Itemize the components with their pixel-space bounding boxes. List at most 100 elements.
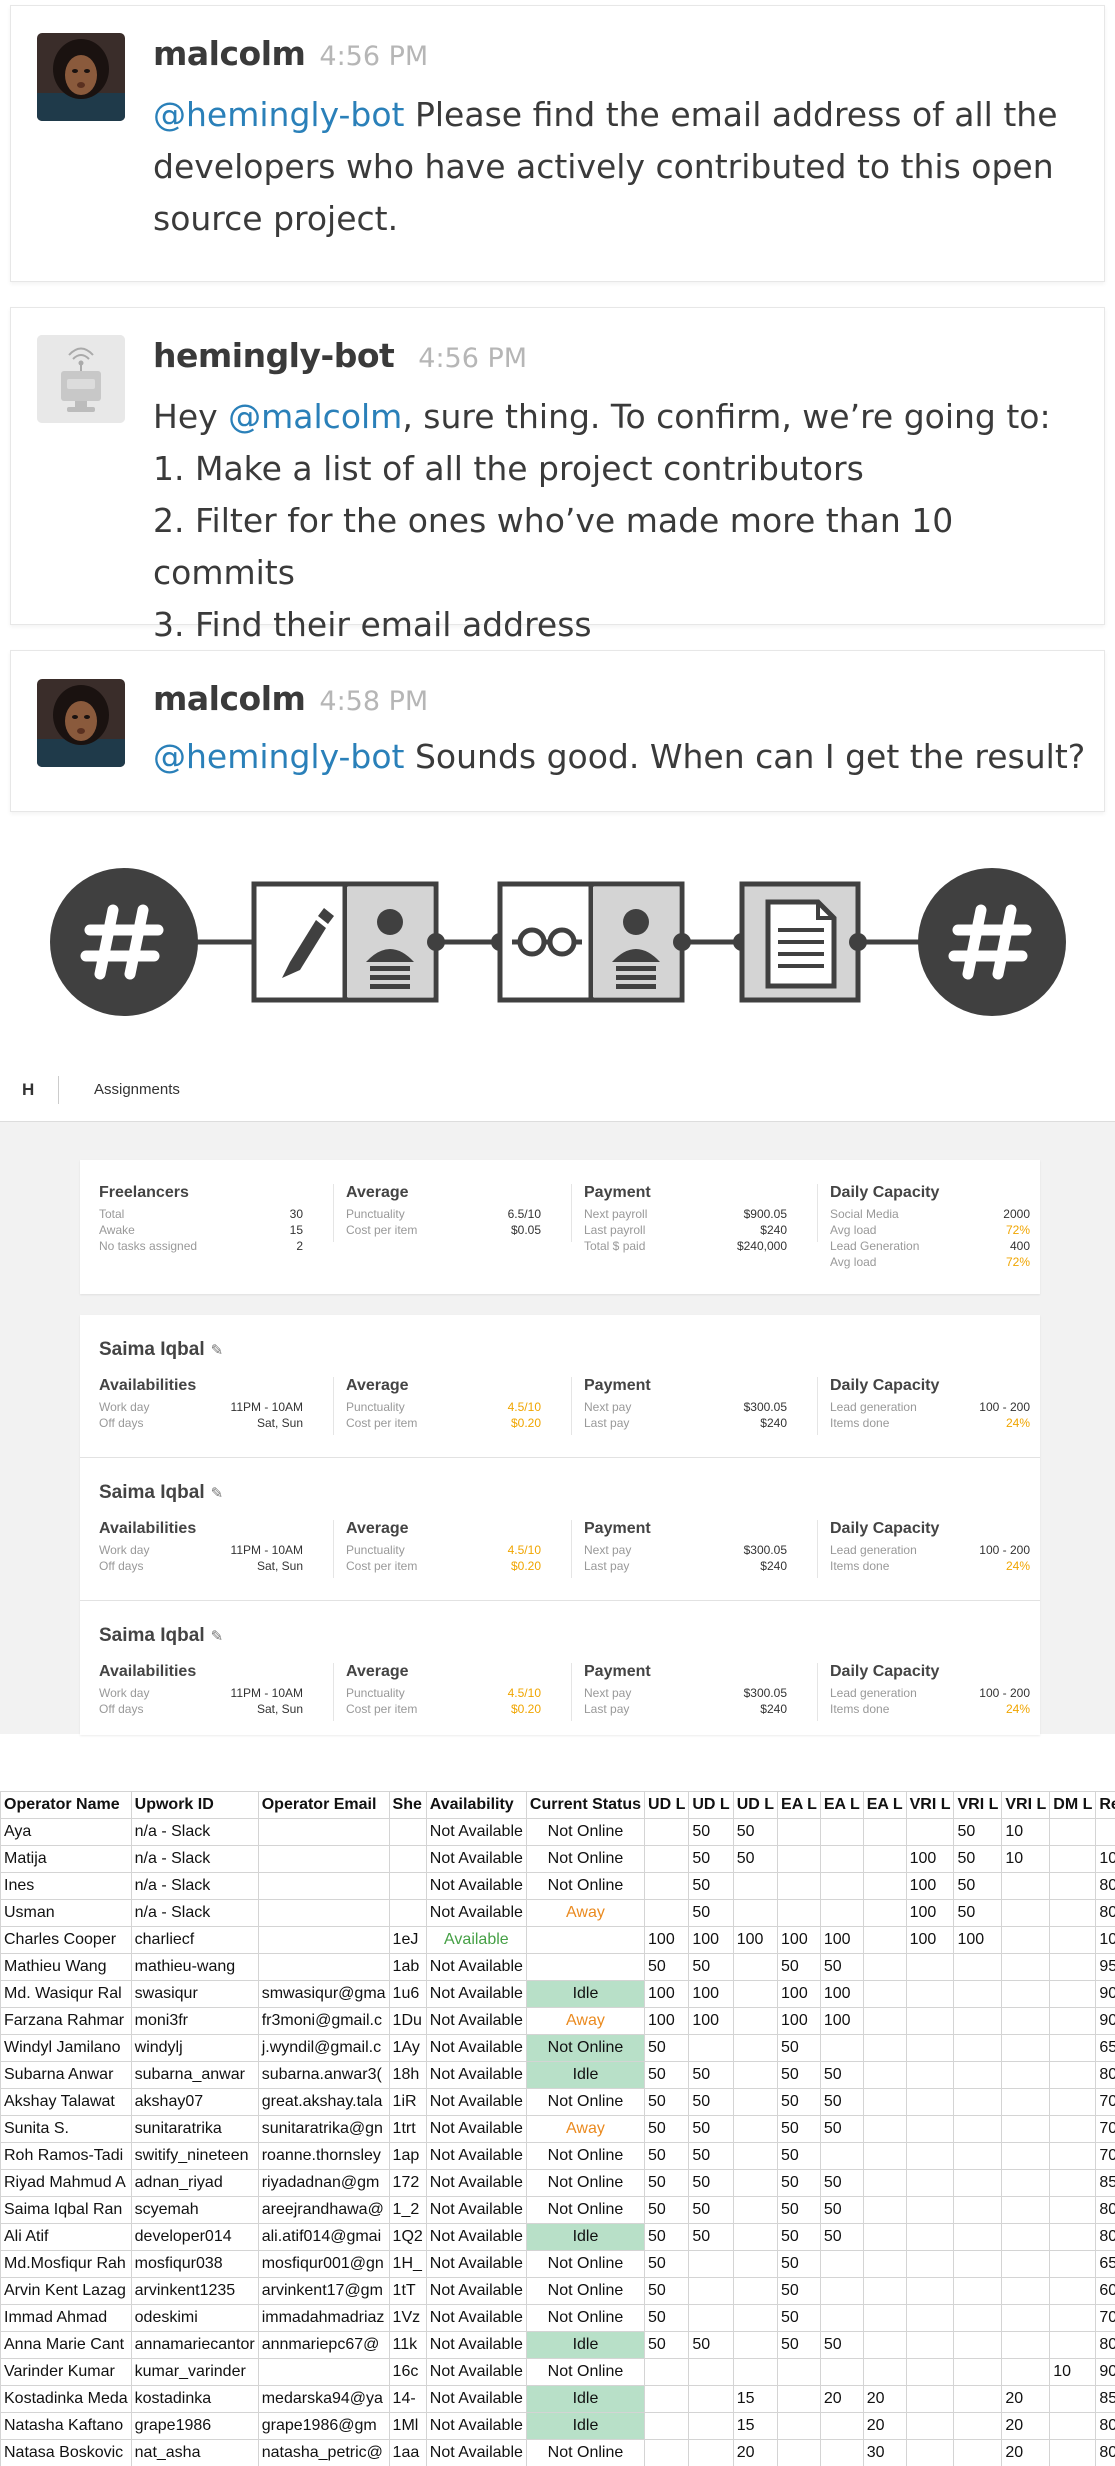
table-cell[interactable] bbox=[644, 2439, 690, 2466]
table-cell[interactable] bbox=[953, 2007, 1003, 2035]
table-cell[interactable]: 100 bbox=[644, 2007, 690, 2035]
table-cell[interactable]: 20 bbox=[732, 2439, 779, 2466]
table-cell[interactable]: Not Available bbox=[425, 2142, 527, 2170]
table-cell[interactable]: 80 bbox=[1095, 2412, 1115, 2440]
table-cell[interactable] bbox=[257, 1872, 390, 1900]
table-cell[interactable] bbox=[862, 2196, 907, 2224]
app-logo[interactable]: H bbox=[22, 1080, 34, 1100]
table-cell[interactable]: Not Available bbox=[425, 2250, 527, 2278]
table-cell[interactable]: moni3fr bbox=[130, 2007, 259, 2035]
table-cell[interactable] bbox=[953, 2088, 1003, 2116]
table-cell[interactable] bbox=[1001, 2169, 1051, 2197]
table-cell[interactable]: 65 bbox=[1095, 2250, 1115, 2278]
avatar-malcolm[interactable] bbox=[37, 679, 125, 767]
table-cell[interactable] bbox=[1049, 1899, 1097, 1927]
table-cell[interactable]: 20 bbox=[819, 2385, 864, 2413]
table-cell[interactable] bbox=[1049, 1926, 1097, 1954]
author-name[interactable]: hemingly-bot bbox=[153, 336, 395, 375]
table-cell[interactable]: 50 bbox=[819, 2061, 864, 2089]
table-cell[interactable]: 20 bbox=[1001, 2439, 1051, 2466]
table-cell[interactable]: Not Available bbox=[425, 2412, 527, 2440]
table-cell[interactable]: 100 bbox=[905, 1899, 955, 1927]
table-cell[interactable]: arvinkent1235 bbox=[130, 2277, 259, 2305]
table-cell[interactable]: ali.atif014@gmai bbox=[257, 2223, 390, 2251]
table-cell[interactable]: odeskimi bbox=[130, 2304, 259, 2332]
table-cell[interactable] bbox=[862, 2169, 907, 2197]
table-cell[interactable]: 1iR bbox=[388, 2088, 427, 2116]
table-cell[interactable]: 50 bbox=[819, 1953, 864, 1981]
table-cell[interactable]: 50 bbox=[644, 2142, 690, 2170]
table-cell[interactable]: 10 bbox=[1001, 1818, 1051, 1846]
column-header[interactable]: UD L bbox=[644, 1791, 690, 1819]
table-cell[interactable]: 100 bbox=[905, 1872, 955, 1900]
table-cell[interactable]: Not Available bbox=[425, 2277, 527, 2305]
table-cell[interactable] bbox=[688, 2412, 734, 2440]
table-cell[interactable]: 100 bbox=[777, 2007, 821, 2035]
table-cell[interactable]: 20 bbox=[1001, 2385, 1051, 2413]
table-cell[interactable] bbox=[257, 2358, 390, 2386]
table-cell[interactable] bbox=[905, 2331, 955, 2359]
table-cell[interactable] bbox=[644, 1845, 690, 1873]
table-cell[interactable] bbox=[732, 2115, 779, 2143]
freelancer-name[interactable]: Saima Iqbal ✎ bbox=[99, 1482, 223, 1504]
column-header[interactable]: VRI L bbox=[905, 1791, 955, 1819]
table-cell[interactable]: Not Online bbox=[525, 2196, 646, 2224]
table-cell[interactable] bbox=[862, 2331, 907, 2359]
table-cell[interactable] bbox=[732, 2331, 779, 2359]
table-cell[interactable]: 50 bbox=[777, 2034, 821, 2062]
table-cell[interactable] bbox=[819, 2412, 864, 2440]
table-cell[interactable]: Not Online bbox=[525, 1845, 646, 1873]
table-cell[interactable]: 1aa bbox=[388, 2439, 427, 2466]
table-cell[interactable]: 14- bbox=[388, 2385, 427, 2413]
table-cell[interactable]: 100 bbox=[1095, 1926, 1115, 1954]
table-cell[interactable]: 50 bbox=[644, 2277, 690, 2305]
table-cell[interactable] bbox=[1049, 1872, 1097, 1900]
table-cell[interactable]: Idle bbox=[525, 2223, 646, 2251]
table-cell[interactable] bbox=[905, 2304, 955, 2332]
table-cell[interactable]: 80 bbox=[1095, 1899, 1115, 1927]
table-cell[interactable] bbox=[862, 1953, 907, 1981]
table-cell[interactable] bbox=[732, 1899, 779, 1927]
table-cell[interactable]: Not Online bbox=[525, 2142, 646, 2170]
table-cell[interactable]: 90 bbox=[1095, 1980, 1115, 2008]
table-cell[interactable]: charliecf bbox=[130, 1926, 259, 1954]
table-cell[interactable]: Anna Marie Cant bbox=[0, 2331, 132, 2359]
table-cell[interactable]: Not Available bbox=[425, 2439, 527, 2466]
table-cell[interactable]: Not Available bbox=[425, 2331, 527, 2359]
table-cell[interactable] bbox=[905, 2412, 955, 2440]
table-cell[interactable]: 100 bbox=[819, 2007, 864, 2035]
table-cell[interactable]: 70 bbox=[1095, 2304, 1115, 2332]
table-cell[interactable]: 50 bbox=[644, 1953, 690, 1981]
table-cell[interactable]: 70 bbox=[1095, 2115, 1115, 2143]
table-cell[interactable]: 50 bbox=[688, 1845, 734, 1873]
table-cell[interactable]: 50 bbox=[644, 2115, 690, 2143]
table-cell[interactable]: subarna_anwar bbox=[130, 2061, 259, 2089]
table-cell[interactable] bbox=[388, 1899, 427, 1927]
table-cell[interactable] bbox=[732, 2007, 779, 2035]
table-cell[interactable]: 50 bbox=[819, 2169, 864, 2197]
table-cell[interactable]: 172 bbox=[388, 2169, 427, 2197]
table-cell[interactable]: 50 bbox=[777, 2088, 821, 2116]
table-cell[interactable] bbox=[953, 2385, 1003, 2413]
table-cell[interactable]: Not Available bbox=[425, 1953, 527, 1981]
table-cell[interactable]: akshay07 bbox=[130, 2088, 259, 2116]
table-cell[interactable]: kumar_varinder bbox=[130, 2358, 259, 2386]
table-cell[interactable] bbox=[905, 1980, 955, 2008]
freelancer-card[interactable]: Saima Iqbal ✎ Availabilities Work day 11PM -… bbox=[80, 1601, 1040, 1735]
table-cell[interactable]: 50 bbox=[777, 2061, 821, 2089]
table-cell[interactable] bbox=[777, 1899, 821, 1927]
table-cell[interactable] bbox=[688, 2304, 734, 2332]
table-cell[interactable]: n/a - Slack bbox=[130, 1845, 259, 1873]
table-cell[interactable] bbox=[777, 2358, 821, 2386]
table-cell[interactable] bbox=[1049, 2196, 1097, 2224]
table-cell[interactable] bbox=[862, 2034, 907, 2062]
table-cell[interactable] bbox=[953, 2277, 1003, 2305]
table-cell[interactable]: 50 bbox=[819, 2223, 864, 2251]
table-cell[interactable] bbox=[819, 2439, 864, 2466]
table-cell[interactable] bbox=[905, 2439, 955, 2466]
table-cell[interactable]: Not Available bbox=[425, 2385, 527, 2413]
table-cell[interactable] bbox=[905, 2088, 955, 2116]
table-cell[interactable]: annamariecantor bbox=[130, 2331, 259, 2359]
table-cell[interactable]: 100 bbox=[688, 1926, 734, 1954]
table-cell[interactable] bbox=[688, 2385, 734, 2413]
